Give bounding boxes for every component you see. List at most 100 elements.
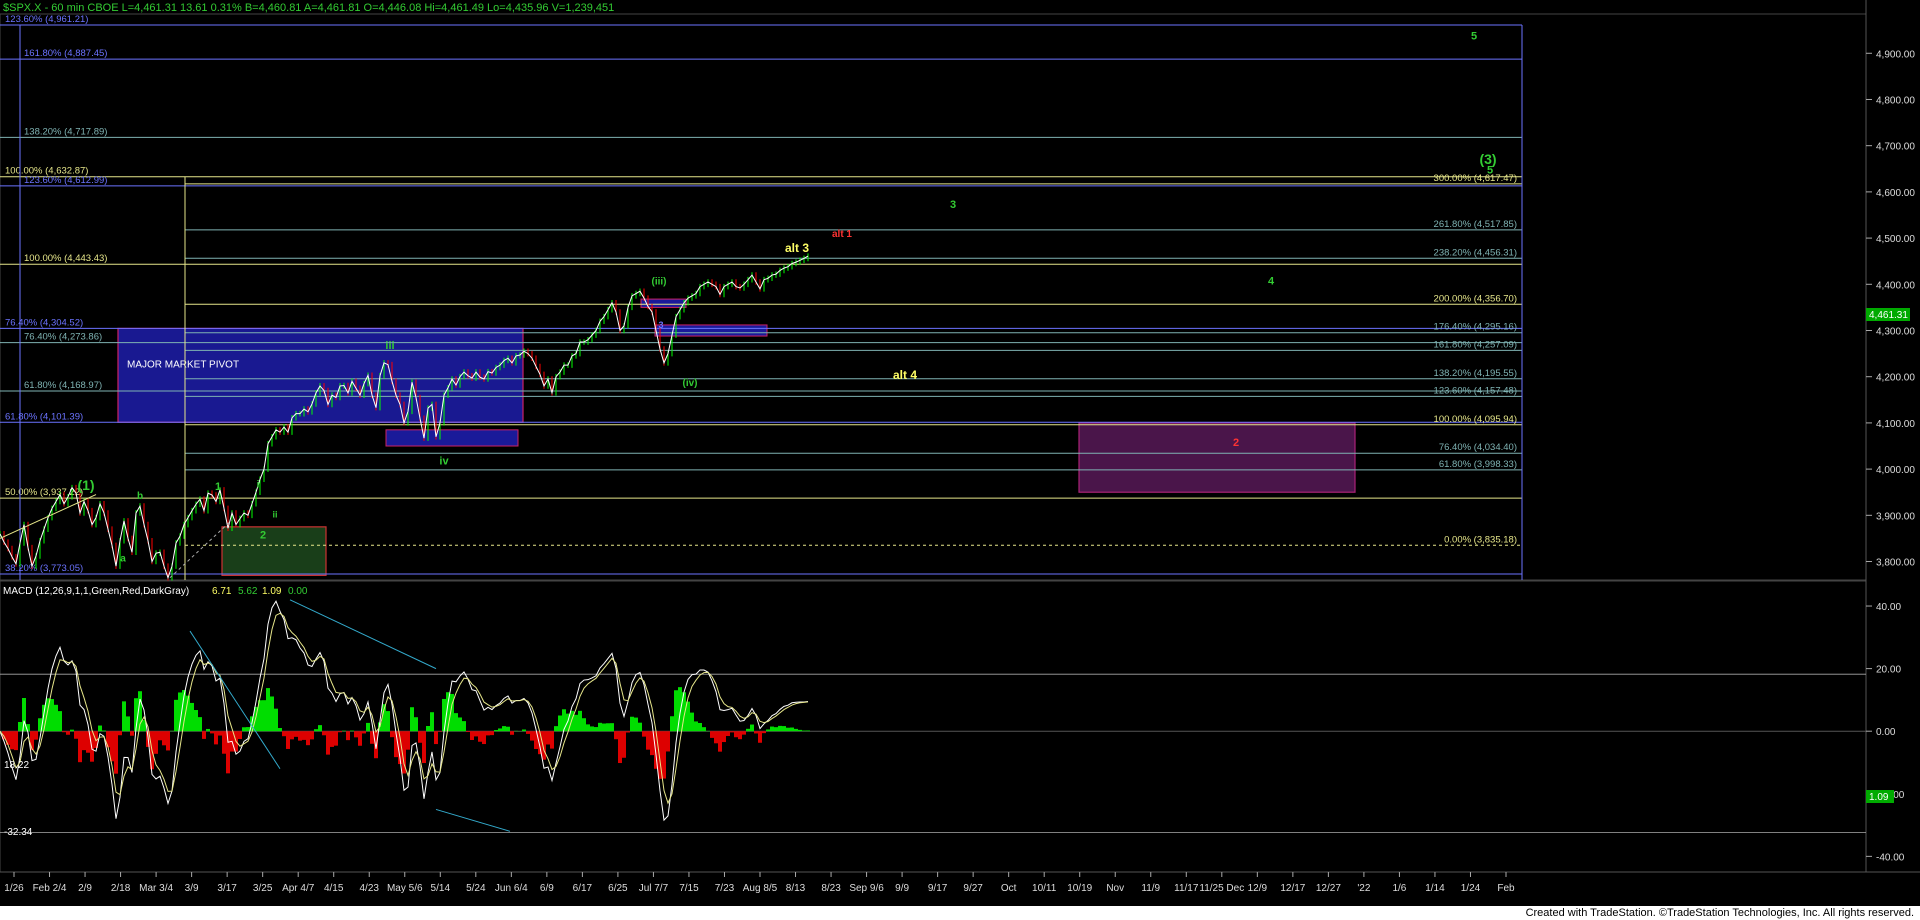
macd-histogram-bar <box>362 731 366 734</box>
time-tick-label: '22 <box>1357 883 1370 894</box>
macd-histogram-bar <box>598 722 602 732</box>
macd-histogram-bar <box>662 731 666 779</box>
macd-histogram-bar <box>314 729 318 732</box>
symbol-header: $SPX.X - 60 min CBOE L=4,461.31 13.61 0.… <box>3 2 614 14</box>
fib-label: 176.40% (4,295.16) <box>1434 322 1517 333</box>
macd-histogram-bar <box>298 731 302 741</box>
macd-histogram-bar <box>74 731 78 739</box>
time-tick-label: 7/15 <box>679 883 699 894</box>
macd-histogram-bar <box>522 729 526 732</box>
macd-tick-label: 40.00 <box>1876 602 1901 613</box>
macd-histogram-bar <box>750 724 754 732</box>
fib-label: 76.40% (4,273.86) <box>24 332 102 343</box>
macd-histogram-bar <box>430 712 434 732</box>
macd-histogram-bar <box>730 731 734 733</box>
macd-histogram-bar <box>794 728 798 732</box>
macd-histogram-bar <box>582 718 586 732</box>
macd-histogram-bar <box>602 723 606 732</box>
wave-label: alt 1 <box>832 229 852 240</box>
time-tick-label: Jul 7/7 <box>639 883 669 894</box>
wave-label: 5 <box>1487 164 1493 176</box>
fib-label: 61.80% (3,998.33) <box>1439 459 1517 470</box>
macd-histogram-bar <box>58 711 62 732</box>
price-tick-label: 3,800.00 <box>1876 558 1915 569</box>
time-tick-label: 11/17 <box>1174 883 1199 894</box>
wave-label: 3 <box>950 199 956 211</box>
fib-label: 261.80% (4,517.85) <box>1434 219 1517 230</box>
time-tick-label: 6/9 <box>540 883 554 894</box>
macd-histogram-bar <box>266 688 270 732</box>
macd-histogram-bar <box>726 731 730 736</box>
macd-histogram-bar <box>426 726 430 732</box>
fib-label: 238.20% (4,456.31) <box>1434 247 1517 258</box>
macd-histogram-bar <box>106 731 110 748</box>
macd-layer: 40.0020.000.00-20.00-40.00 <box>0 599 1905 863</box>
price-tick-label: 4,100.00 <box>1876 419 1915 430</box>
macd-histogram-bar <box>354 731 358 738</box>
wave-label: 3 <box>658 320 663 330</box>
time-tick-label: 4/15 <box>324 883 344 894</box>
time-tick-label: 3/25 <box>253 883 273 894</box>
macd-histogram-bar <box>334 731 338 746</box>
wave-label: 4 <box>1268 275 1275 287</box>
macd-histogram-bar <box>486 731 490 736</box>
macd-histogram-bar <box>310 731 314 740</box>
macd-histogram-bar <box>270 696 274 732</box>
wave-label: ii <box>272 510 277 520</box>
macd-histogram-bar <box>330 731 334 747</box>
price-tick-label: 4,800.00 <box>1876 95 1915 106</box>
macd-histogram-bar <box>778 725 782 732</box>
price-tick-label: 4,600.00 <box>1876 188 1915 199</box>
macd-histogram-bar <box>114 731 118 774</box>
price-tick-label: 4,300.00 <box>1876 326 1915 337</box>
time-tick-label: 8/13 <box>786 883 806 894</box>
time-tick-label: 1/24 <box>1461 883 1481 894</box>
time-tick-label: 6/17 <box>573 883 593 894</box>
macd-histogram-bar <box>774 727 778 732</box>
macd-histogram-bar <box>494 729 498 732</box>
macd-histogram-bar <box>306 731 310 746</box>
macd-level-low: -32.34 <box>4 827 33 838</box>
macd-histogram-bar <box>574 714 578 732</box>
macd-histogram-bar <box>698 722 702 732</box>
macd-histogram-bar <box>742 731 746 735</box>
macd-histogram-bar <box>666 731 670 752</box>
macd-histogram-bar <box>634 717 638 732</box>
footer-bar: Created with TradeStation. ©TradeStation… <box>0 906 1920 920</box>
time-tick-label: Oct <box>1001 883 1017 894</box>
macd-histogram-bar <box>366 722 370 732</box>
macd-histogram-bar <box>122 701 126 732</box>
macd-histogram-bar <box>262 700 266 732</box>
macd-histogram-bar <box>126 716 130 732</box>
time-tick-label: Nov <box>1106 883 1124 894</box>
wave-label: 5 <box>1471 30 1477 42</box>
macd-histogram-bar <box>578 710 582 732</box>
zone-box <box>1078 422 1356 493</box>
wave-label: i <box>257 480 260 491</box>
macd-value-1: 6.71 <box>212 586 232 597</box>
macd-histogram-bar <box>238 731 242 740</box>
wave-label: iv <box>439 455 449 467</box>
indicator-panel-frame <box>0 580 1867 873</box>
macd-histogram-bar <box>342 730 346 732</box>
macd-histogram-bar <box>14 731 18 751</box>
macd-histogram-bar <box>618 731 622 764</box>
macd-tick-label: 20.00 <box>1876 665 1901 676</box>
macd-histogram-bar <box>594 727 598 732</box>
macd-histogram-bar <box>482 731 486 745</box>
fib-label: 0.00% (3,835.18) <box>1444 534 1517 545</box>
macd-tick-label: -40.00 <box>1876 852 1905 863</box>
macd-histogram-bar <box>286 731 290 749</box>
macd-histogram-bar <box>806 730 810 732</box>
fib-label: 76.40% (4,034.40) <box>1439 442 1517 453</box>
macd-histogram-bar <box>442 698 446 732</box>
time-tick-label: Feb <box>1497 883 1515 894</box>
macd-histogram-bar <box>734 731 738 738</box>
macd-histogram-bar <box>642 731 646 737</box>
macd-histogram-bar <box>246 727 250 732</box>
time-tick-label: 4/23 <box>360 883 380 894</box>
macd-histogram-bar <box>274 708 278 732</box>
fib-label: 100.00% (4,095.94) <box>1434 414 1517 425</box>
macd-histogram-bar <box>434 731 438 745</box>
price-tick-label: 4,700.00 <box>1876 142 1915 153</box>
